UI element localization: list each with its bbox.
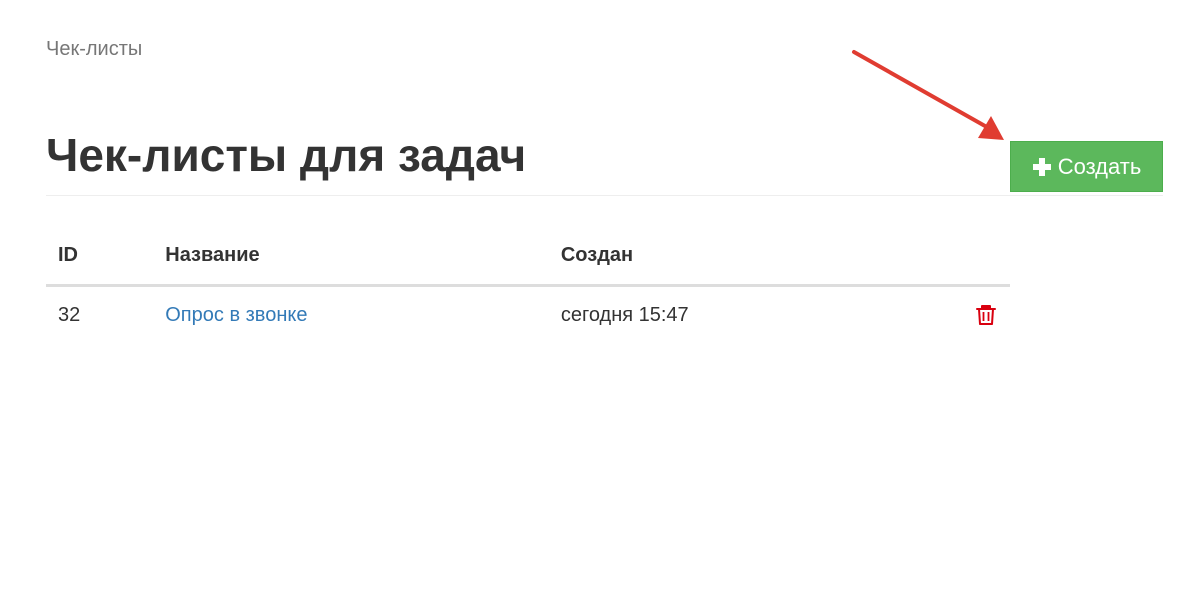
page-title: Чек-листы для задач: [46, 129, 527, 181]
header-id: ID: [46, 226, 154, 287]
cell-actions: [929, 286, 1010, 344]
checklist-link[interactable]: Опрос в звонке: [165, 304, 307, 326]
header-created: Создан: [548, 226, 930, 287]
trash-icon[interactable]: [974, 303, 998, 327]
header-actions: [929, 226, 1010, 287]
table-header-row: ID Название Создан: [46, 226, 1010, 287]
cell-created: сегодня 15:47: [560, 303, 689, 326]
plus-icon: [1032, 157, 1051, 176]
breadcrumb[interactable]: Чек-листы: [46, 38, 142, 61]
cell-name: Опрос в звонке: [153, 286, 549, 344]
create-button-label: Создать: [1057, 153, 1142, 179]
title-divider: [46, 195, 1163, 196]
checklists-table: ID Название Создан 32 Опрос в звонке сег…: [46, 226, 1010, 343]
table-row: 32 Опрос в звонке сегодня 15:47: [46, 286, 1010, 344]
header-name: Название: [153, 226, 549, 287]
create-button[interactable]: Создать: [1010, 141, 1163, 192]
cell-id: 32: [58, 303, 81, 326]
